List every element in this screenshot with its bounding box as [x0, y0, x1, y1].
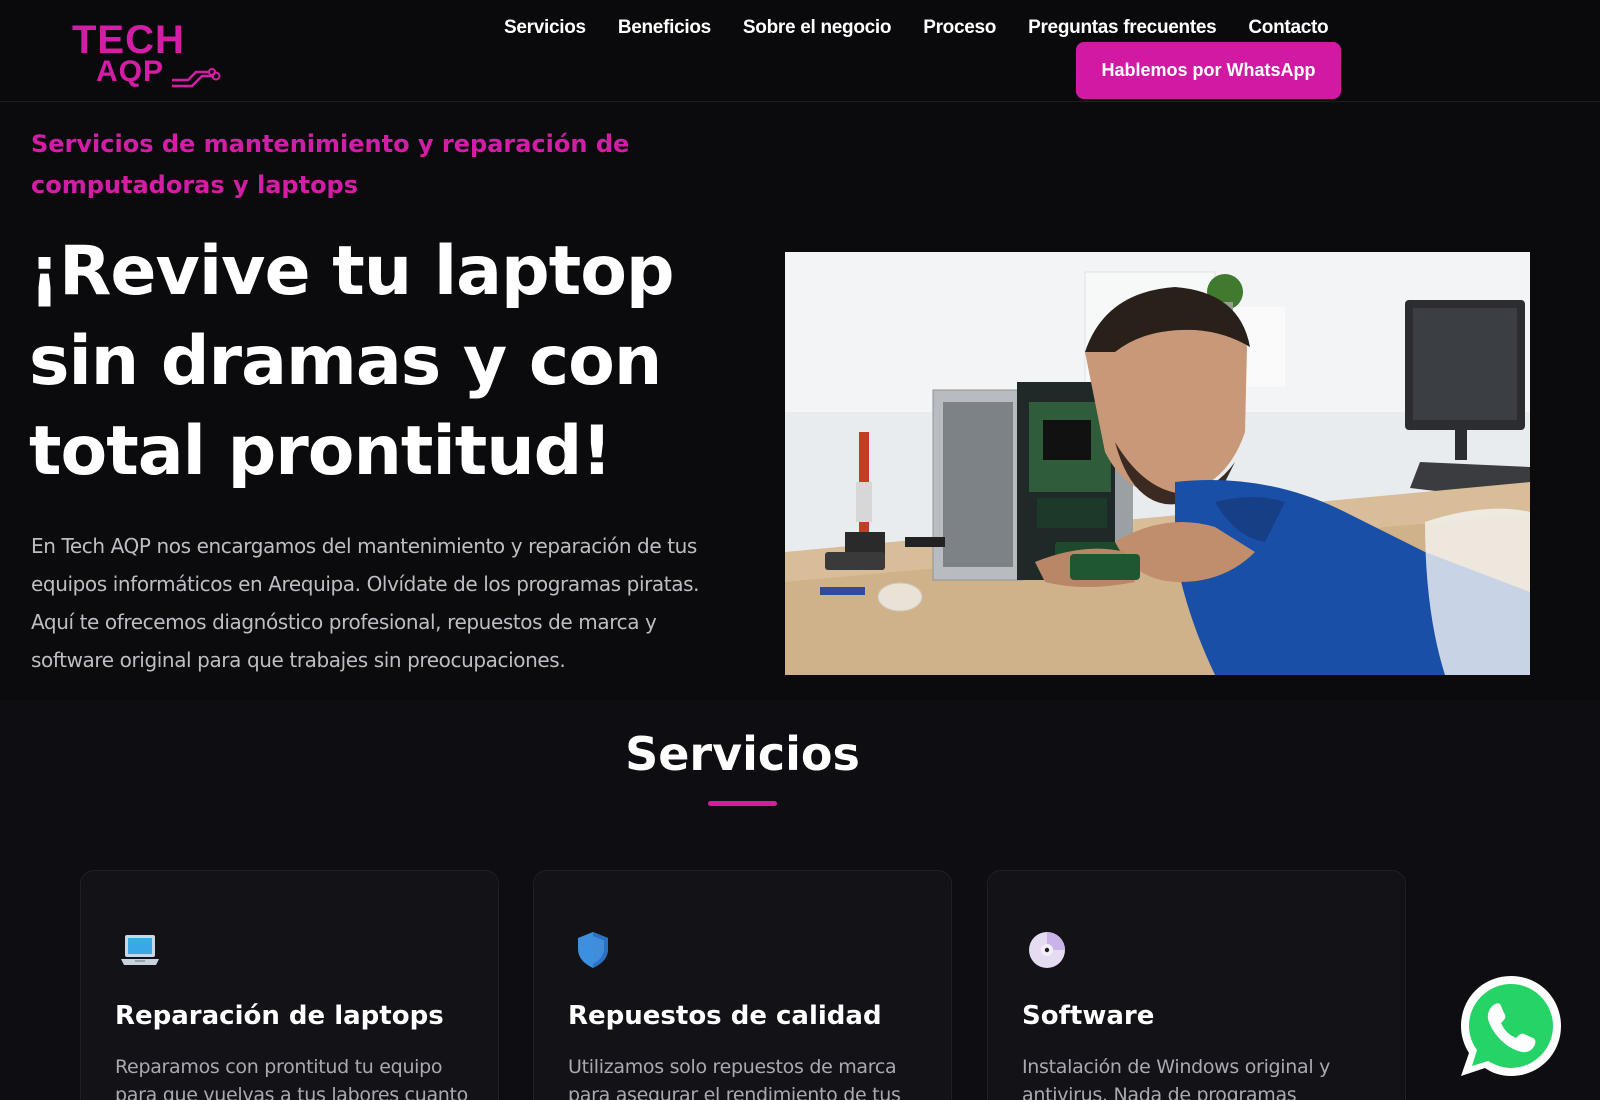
hero-description: En Tech AQP nos encargamos del mantenimi…	[31, 534, 700, 672]
service-card-description: Reparamos con prontitud tu equipo para q…	[115, 1056, 468, 1100]
service-card-description: Utilizamos solo repuestos de marca para …	[568, 1056, 901, 1100]
services-heading: Servicios	[625, 727, 860, 781]
shield-icon	[578, 932, 608, 968]
whatsapp-icon	[1461, 976, 1561, 1076]
service-card-title: Repuestos de calidad	[568, 1001, 882, 1031]
technician-photo	[785, 252, 1530, 675]
service-card-repuestos: Repuestos de calidad Utilizamos solo rep…	[533, 870, 952, 1100]
services-section: Servicios Reparación de laptops Reparamo…	[0, 700, 1600, 1100]
service-card-software: Software Instalación de Windows original…	[987, 870, 1406, 1100]
whatsapp-floating-button[interactable]	[1455, 970, 1567, 1082]
services-heading-underline	[708, 801, 777, 806]
technician-illustration	[785, 252, 1530, 675]
nav-link-preguntas-frecuentes[interactable]: Preguntas frecuentes	[1028, 16, 1217, 40]
service-card-title: Software	[1022, 1001, 1155, 1031]
circuit-icon	[172, 68, 221, 88]
site-header: TECH AQP Servicios Beneficios Sobre el n…	[0, 0, 1600, 102]
nav-link-beneficios[interactable]: Beneficios	[618, 16, 711, 40]
main-nav: Servicios Beneficios Sobre el negocio Pr…	[504, 16, 1360, 40]
service-card-laptops: Reparación de laptops Reparamos con pron…	[80, 870, 499, 1100]
hero-section: Servicios de mantenimiento y reparación …	[0, 103, 1600, 699]
nav-link-contacto[interactable]: Contacto	[1248, 16, 1328, 40]
hero-eyebrow: Servicios de mantenimiento y reparación …	[31, 130, 630, 199]
service-card-description: Instalación de Windows original y antivi…	[1022, 1056, 1331, 1100]
service-card-title: Reparación de laptops	[115, 1001, 444, 1031]
laptop-icon	[121, 935, 159, 965]
nav-link-sobre-el-negocio[interactable]: Sobre el negocio	[743, 16, 892, 40]
logo-text-top: TECH	[72, 18, 185, 62]
nav-link-servicios[interactable]: Servicios	[504, 16, 586, 40]
page: TECH AQP Servicios Beneficios Sobre el n…	[0, 0, 1600, 1100]
logo-text-bottom: AQP	[96, 55, 165, 88]
nav-link-proceso[interactable]: Proceso	[923, 16, 996, 40]
whatsapp-cta-button[interactable]: Hablemos por WhatsApp	[1076, 42, 1341, 99]
disc-icon	[1029, 932, 1065, 968]
hero-title: ¡Revive tu laptop sin dramas y con total…	[29, 232, 675, 491]
logo[interactable]: TECH AQP	[72, 20, 222, 90]
